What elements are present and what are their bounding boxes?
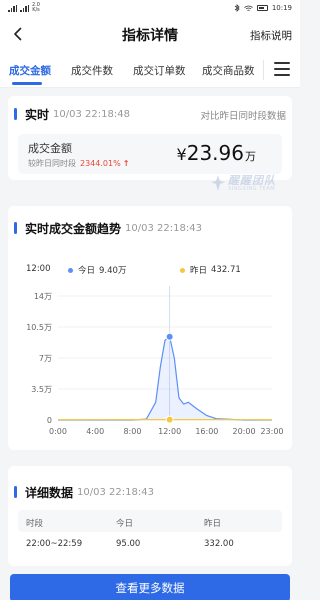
signal-icon: [8, 4, 17, 12]
yesterday-point: [165, 415, 174, 424]
today-point: [165, 332, 174, 341]
x-tick-label: 0:00: [49, 427, 67, 436]
compare-percent: 2344.01%: [80, 159, 121, 168]
menu-icon[interactable]: [274, 62, 290, 76]
wifi-icon: [244, 5, 253, 11]
tab-order-count[interactable]: 成交订单数: [133, 63, 186, 78]
view-more-button[interactable]: 查看更多数据: [10, 574, 290, 600]
header-period: 时段: [26, 519, 44, 529]
active-tab-indicator: [12, 82, 42, 85]
detail-card: 详细数据 10/03 22:18:43 时段 今日 昨日 22:00~22:59…: [8, 466, 292, 566]
x-tick-label: 23:00: [260, 427, 283, 436]
header-today: 今日: [116, 519, 134, 529]
trend-time: 10/03 22:18:43: [125, 222, 202, 234]
trend-header: 实时成交金额趋势 10/03 22:18:43: [8, 220, 202, 236]
y-tick-label: 14万: [34, 292, 52, 301]
star-icon: [211, 175, 225, 191]
x-tick-label: 12:00: [158, 427, 181, 436]
battery-icon: [256, 5, 268, 11]
section-marker: [14, 108, 17, 120]
trend-title: 实时成交金额趋势: [25, 221, 122, 236]
metric-label: 成交金额: [28, 142, 72, 155]
legend-today-value: 9.40万: [99, 266, 127, 276]
detail-table: 时段 今日 昨日 22:00~22:59 95.00 332.00: [18, 510, 282, 556]
trend-chart[interactable]: 0 3.5万 7万 10.5万 14万 0:00 4:00 8:00 12:00 16:00 20:…: [8, 286, 292, 446]
y-tick-label: 0: [47, 416, 52, 425]
legend-today: 今日 9.40万: [68, 264, 126, 276]
signal-icon-2: [20, 4, 29, 12]
legend-today-dot: [68, 267, 73, 273]
table-header: 时段 今日 昨日: [18, 510, 282, 532]
header-yesterday: 昨日: [204, 519, 222, 529]
cell-yesterday: 332.00: [204, 539, 234, 549]
realtime-time: 10/03 22:18:48: [53, 108, 130, 120]
y-tick-label: 7万: [39, 354, 52, 363]
status-time: 10:19: [271, 4, 292, 12]
x-tick-label: 16:00: [195, 427, 218, 436]
metric-box: 成交金额 较昨日同时段 2344.01% ↑ ¥23.96万: [18, 134, 282, 174]
x-tick-label: 20:00: [233, 427, 256, 436]
legend-today-label: 今日: [78, 266, 96, 276]
legend-yesterday-dot: [180, 267, 185, 273]
legend-yesterday-value: 432.71: [211, 265, 241, 275]
metric-compare: 较昨日同时段 2344.01% ↑: [28, 158, 129, 169]
x-tick-label: 4:00: [86, 427, 104, 436]
table-row: 22:00~22:59 95.00 332.00: [18, 532, 282, 556]
detail-header: 详细数据 10/03 22:18:43: [8, 484, 154, 500]
watermark-logo: 醒醒团队 XINGXING TEAM: [210, 172, 280, 198]
up-arrow-icon: ↑: [122, 159, 130, 168]
x-tick-label: 8:00: [123, 427, 141, 436]
y-tick-label: 3.5万: [31, 385, 52, 394]
detail-title: 详细数据: [25, 485, 74, 500]
tab-item-count[interactable]: 成交件数: [71, 63, 113, 78]
legend-yesterday-label: 昨日: [190, 266, 208, 276]
bluetooth-icon: [234, 4, 240, 12]
metric-number: 23.96: [186, 141, 244, 165]
section-marker: [14, 222, 17, 234]
status-right: 10:19: [234, 4, 292, 12]
trend-card: 实时成交金额趋势 10/03 22:18:43 12:00 今日 9.40万 昨…: [8, 206, 292, 450]
compare-prefix: 较昨日同时段: [28, 159, 76, 168]
section-marker: [14, 486, 17, 498]
nav-bar: 指标详情 指标说明: [0, 16, 300, 52]
watermark-sub: XINGXING TEAM: [228, 186, 276, 192]
metric-tabs: 成交金额 成交件数 成交订单数 成交商品数: [0, 52, 300, 88]
metric-value: ¥23.96万: [177, 141, 256, 165]
legend-yesterday: 昨日 432.71: [180, 264, 241, 276]
currency-symbol: ¥: [176, 145, 187, 164]
realtime-card: 实时 10/03 22:18:48 对比昨日同时段数据 成交金额 较昨日同时段 2…: [8, 96, 292, 180]
network-speed-unit: K/s: [32, 7, 40, 13]
cell-today: 95.00: [116, 539, 141, 549]
realtime-header: 实时 10/03 22:18:48: [8, 106, 130, 122]
detail-time: 10/03 22:18:43: [77, 486, 154, 498]
tab-product-count[interactable]: 成交商品数: [202, 63, 255, 78]
chart-tooltip-legend: 12:00 今日 9.40万 昨日 432.71: [8, 264, 292, 276]
network-speed: 2.0 K/s: [32, 3, 40, 13]
cell-period: 22:00~22:59: [26, 539, 83, 549]
y-tick-label: 10.5万: [26, 323, 52, 332]
metric-unit: 万: [245, 150, 256, 163]
compare-label: 对比昨日同时段数据: [200, 111, 286, 122]
today-area: [58, 336, 272, 420]
tab-gmv[interactable]: 成交金额: [9, 63, 51, 78]
metric-help-link[interactable]: 指标说明: [250, 28, 292, 43]
status-left: 2.0 K/s: [8, 3, 40, 13]
status-bar: 2.0 K/s 10:19: [0, 0, 300, 16]
tooltip-time: 12:00: [26, 264, 51, 274]
tab-divider: [263, 60, 264, 80]
realtime-title: 实时: [25, 107, 50, 122]
